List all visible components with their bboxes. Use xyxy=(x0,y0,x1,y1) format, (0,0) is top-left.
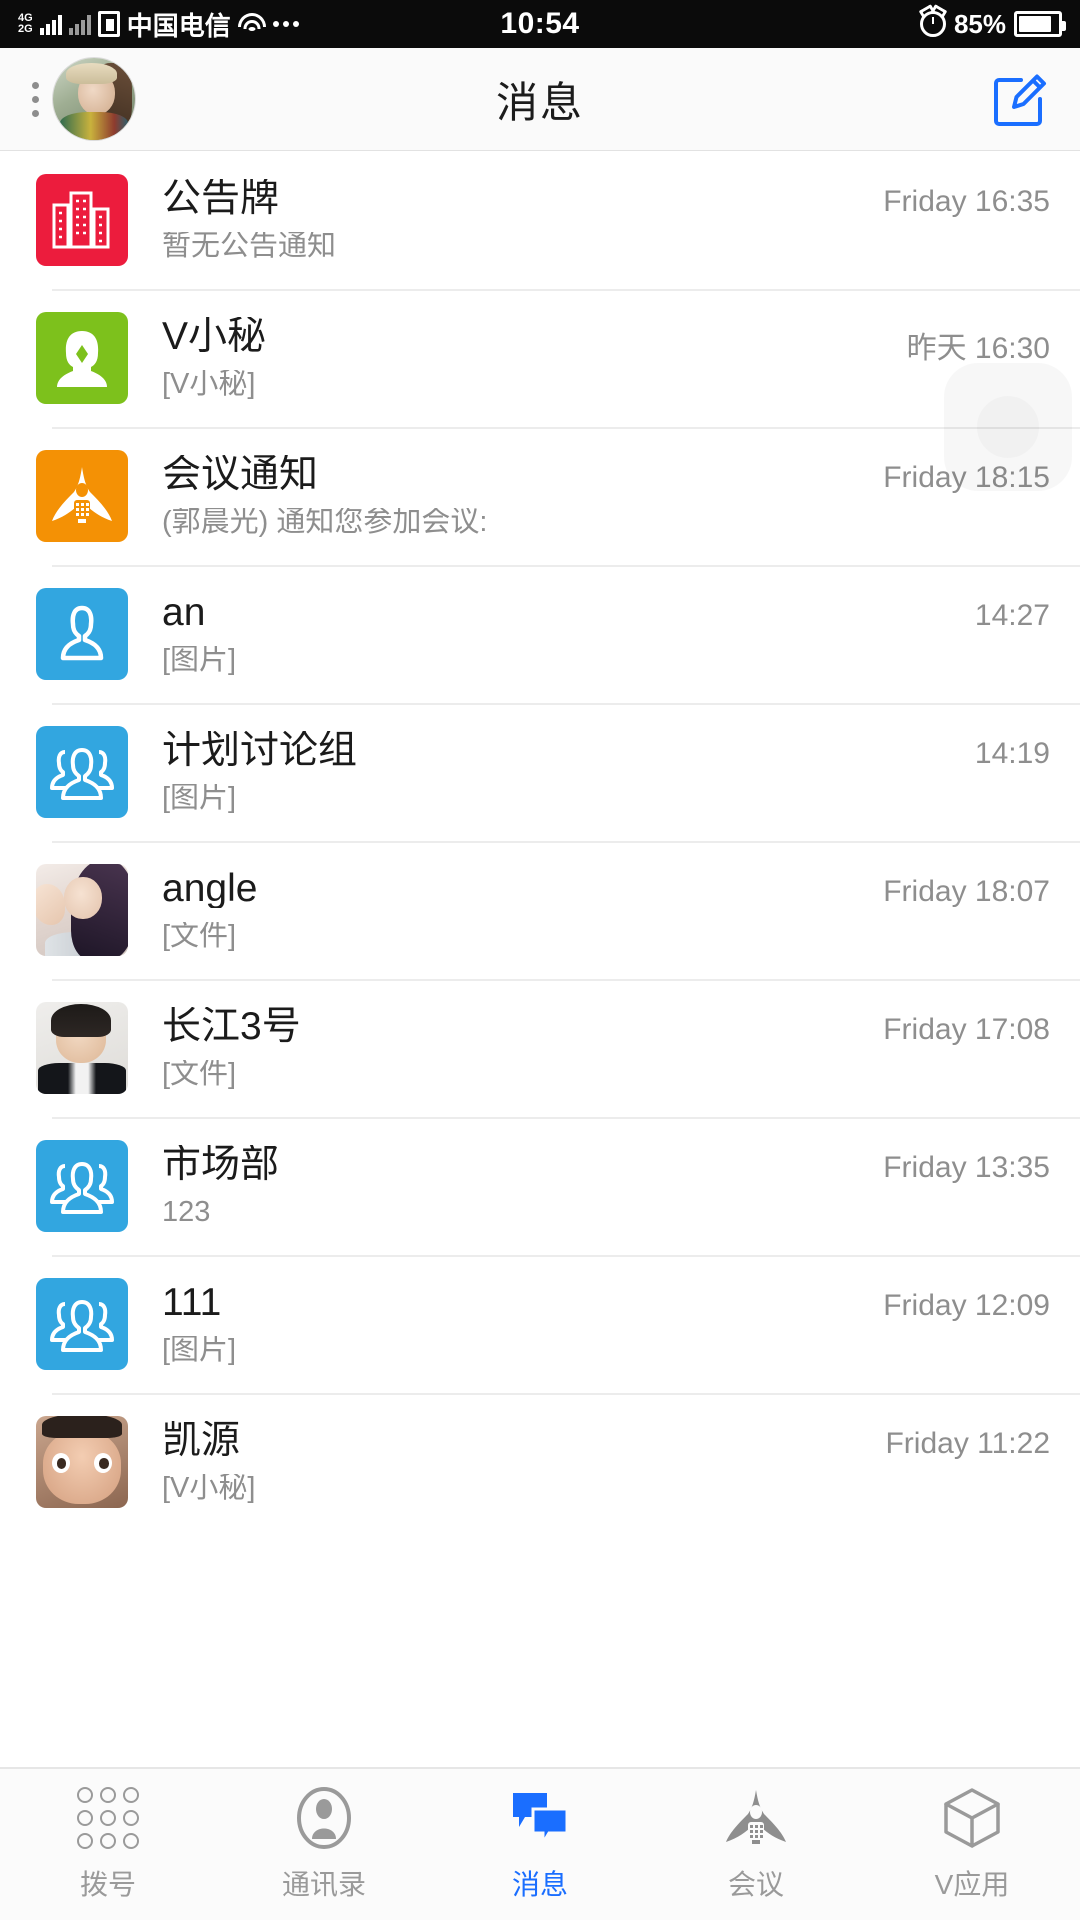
chat-text-block: 市场部 123 xyxy=(128,1145,865,1227)
chat-timestamp: Friday 17:08 xyxy=(883,1013,1050,1046)
chat-list-item[interactable]: 计划讨论组 [图片] 14:19 xyxy=(0,703,1080,841)
meeting-podium-icon xyxy=(724,1787,788,1849)
status-bar-right: 85% xyxy=(580,8,1067,40)
tab-label: 会议 xyxy=(727,1868,784,1900)
chat-text-block: 凯源 [V小秘] xyxy=(128,1421,867,1503)
chat-preview: (郭晨光) 通知您参加会议: xyxy=(162,508,488,537)
chat-list-item[interactable]: 长江3号 [文件] Friday 17:08 xyxy=(0,979,1080,1117)
tab-label: 拨号 xyxy=(79,1868,136,1900)
chat-name: 111 xyxy=(162,1283,222,1322)
contacts-person-icon xyxy=(296,1786,352,1849)
carrier-label: 中国电信 xyxy=(126,10,231,41)
tab-dialpad[interactable]: 拨号 xyxy=(0,1769,216,1920)
chat-preview: [V小秘] xyxy=(162,370,256,399)
tab-messages[interactable]: 消息 xyxy=(432,1769,648,1920)
chat-text-block: V小秘 [V小秘] xyxy=(128,317,889,399)
chat-name: 长江3号 xyxy=(162,1007,301,1046)
chat-timestamp: Friday 11:22 xyxy=(885,1427,1050,1460)
bottom-tab-bar[interactable]: 拨号 通讯录 消息 会议 V应用 xyxy=(0,1767,1080,1920)
sim-card-icon xyxy=(97,11,120,37)
chat-timestamp: 14:27 xyxy=(974,599,1050,632)
signal-bars-icon xyxy=(39,13,62,35)
chat-list-item[interactable]: 111 [图片] Friday 12:09 xyxy=(0,1255,1080,1393)
chat-list-item[interactable]: 会议通知 (郭晨光) 通知您参加会议: Friday 18:15 xyxy=(0,427,1080,565)
chat-timestamp: Friday 13:35 xyxy=(883,1151,1050,1184)
chat-list-item[interactable]: angle [文件] Friday 18:07 xyxy=(0,841,1080,979)
chat-preview: [文件] xyxy=(162,922,237,951)
app-header: 消息 xyxy=(0,48,1080,151)
chat-name: angle xyxy=(162,869,258,908)
chat-text-block: angle [文件] xyxy=(128,869,865,951)
dialpad-icon xyxy=(77,1786,139,1849)
tab-contacts[interactable]: 通讯录 xyxy=(216,1769,432,1920)
chat-text-block: 111 [图片] xyxy=(128,1283,865,1365)
chat-preview: 123 xyxy=(162,1198,211,1227)
chat-preview: 暂无公告通知 xyxy=(162,232,337,261)
chat-timestamp: Friday 12:09 xyxy=(883,1289,1050,1322)
chat-name: 计划讨论组 xyxy=(162,731,358,770)
chat-avatar xyxy=(36,1002,128,1094)
alarm-clock-icon xyxy=(919,11,946,37)
chat-timestamp: Friday 18:07 xyxy=(883,875,1050,908)
vertical-dots-icon[interactable] xyxy=(28,78,43,121)
tab-meeting[interactable]: 会议 xyxy=(648,1769,864,1920)
chat-timestamp: 昨天 16:30 xyxy=(906,332,1050,365)
chat-preview: [图片] xyxy=(162,646,237,675)
chat-name: V小秘 xyxy=(162,317,267,356)
tab-label: 消息 xyxy=(511,1868,568,1900)
chat-timestamp: Friday 16:35 xyxy=(883,185,1050,218)
tab-label: V应用 xyxy=(934,1868,1010,1900)
battery-icon xyxy=(1014,11,1067,37)
chat-preview: [V小秘] xyxy=(162,1474,256,1503)
cube-apps-icon xyxy=(943,1787,1001,1849)
chat-avatar xyxy=(36,1416,128,1508)
chat-preview: [图片] xyxy=(162,1336,237,1365)
status-bar-clock: 10:54 xyxy=(500,7,580,40)
network-generation-indicator: 4G 2G xyxy=(18,13,33,35)
compose-edit-icon[interactable] xyxy=(988,65,1052,134)
chat-name: 会议通知 xyxy=(162,455,319,494)
chat-list-item[interactable]: 公告牌暂无公告通知 Friday 16:35 xyxy=(0,151,1080,289)
more-dots-icon xyxy=(272,21,299,27)
chat-list-item[interactable]: 市场部 123 Friday 13:35 xyxy=(0,1117,1080,1255)
chat-avatar xyxy=(36,864,128,956)
battery-percent-label: 85% xyxy=(953,8,1007,39)
chat-list-item[interactable]: 凯源 [V小秘] Friday 11:22 xyxy=(0,1393,1080,1531)
chat-text-block: 会议通知 (郭晨光) 通知您参加会议: xyxy=(128,455,865,537)
chat-list[interactable]: 公告牌暂无公告通知 Friday 16:35 V小秘 [V小秘] 昨天 16:30 会议通… xyxy=(0,151,1080,1867)
chat-name: 市场部 xyxy=(162,1145,280,1184)
status-bar: 4G 2G 中国电信 10:54 85% xyxy=(0,0,1080,48)
chat-avatar xyxy=(36,312,128,404)
chat-name: 凯源 xyxy=(162,1421,241,1460)
chat-text-block: an [图片] xyxy=(128,593,957,675)
chat-list-item[interactable]: an [图片] 14:27 xyxy=(0,565,1080,703)
tab-vapps[interactable]: V应用 xyxy=(864,1769,1080,1920)
wifi-icon xyxy=(237,13,266,35)
avatar[interactable] xyxy=(53,58,135,140)
signal-bars-secondary-icon xyxy=(68,13,91,35)
chat-avatar xyxy=(36,450,128,542)
chat-text-block: 长江3号 [文件] xyxy=(128,1007,865,1089)
assistive-touch-button[interactable] xyxy=(944,363,1072,491)
chat-preview: [文件] xyxy=(162,1060,237,1089)
chat-name: 公告牌 xyxy=(162,179,280,218)
chat-bubbles-icon xyxy=(509,1787,571,1849)
chat-timestamp: 14:19 xyxy=(974,737,1050,770)
header-left-group xyxy=(28,58,135,140)
network-gen-bottom-label: 2G xyxy=(18,23,33,35)
page-title: 消息 xyxy=(495,78,584,126)
tab-label: 通讯录 xyxy=(281,1868,366,1900)
chat-list-item[interactable]: V小秘 [V小秘] 昨天 16:30 xyxy=(0,289,1080,427)
chat-avatar xyxy=(36,588,128,680)
chat-avatar xyxy=(36,1140,128,1232)
chat-avatar xyxy=(36,174,128,266)
chat-text-block: 公告牌 暂无公告通知 xyxy=(128,179,865,261)
chat-name: an xyxy=(162,593,206,632)
chat-avatar xyxy=(36,726,128,818)
chat-text-block: 计划讨论组 [图片] xyxy=(128,731,957,813)
chat-preview: [图片] xyxy=(162,784,237,813)
status-bar-left: 4G 2G 中国电信 xyxy=(18,6,500,43)
chat-avatar xyxy=(36,1278,128,1370)
